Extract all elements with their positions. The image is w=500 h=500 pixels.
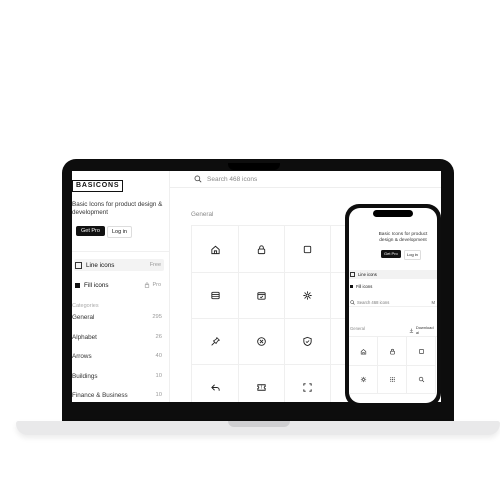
laptop-camera-notch [228,163,280,170]
icon-cell[interactable] [284,318,331,365]
phone: Basic Icons for product design & develop… [345,204,441,407]
pro-badge: Pro [144,282,161,288]
search-icon [194,175,202,183]
lock-icon [145,282,150,288]
home-icon [360,348,366,354]
download-icon [409,328,414,333]
tagline: Basic Icons for product design & develop… [72,201,163,216]
square-icon [418,348,424,354]
icon-cell[interactable] [192,318,239,365]
get-pro-button[interactable]: Get Pro [76,226,105,236]
calendar-check-icon [256,291,266,300]
category-count: 40 [155,353,162,360]
categories-title: Categories [72,303,99,309]
phone-icon-cell[interactable] [349,337,378,366]
icon-cell[interactable] [238,364,285,402]
phone-dynamic-island [373,210,413,217]
grid-icon [389,376,395,382]
settings-icon [360,376,366,382]
divider [72,251,169,252]
square-icon [303,245,311,253]
nav-fill-label: Fill icons [84,281,109,289]
icon-cell[interactable] [238,272,285,319]
log-in-button[interactable]: Log in [107,226,132,238]
phone-download-button[interactable]: Download al [409,325,437,335]
fill-square-icon [350,285,353,288]
category-count: 26 [155,333,162,340]
phone-nav-fill-label: Fill icons [356,284,373,289]
nav-line-label: Line icons [86,261,115,269]
free-badge: Free [149,262,161,268]
nav-line-icons[interactable]: Line icons Free [74,259,164,271]
phone-nav-line-icons[interactable]: Line icons [349,270,437,279]
icon-cell[interactable] [238,226,285,273]
category-count: 10 [155,392,162,399]
category-item[interactable]: Buildings 10 [72,373,162,380]
phone-screen: Basic Icons for product design & develop… [349,208,437,403]
icon-cell[interactable] [238,318,285,365]
home-icon [210,245,220,254]
section-title: General [191,211,214,218]
category-count: 10 [155,372,162,379]
phone-icon-cell[interactable] [407,365,436,394]
search-placeholder: Search 468 icons [207,175,258,183]
phone-tagline: Basic Icons for product design & develop… [378,232,428,243]
lock-icon [257,244,265,254]
shield-check-icon [302,336,312,346]
nav-fill-icons[interactable]: Fill icons Pro [74,279,164,291]
phone-search-input[interactable]: Search 468 icons M [349,298,437,307]
category-label: Buildings [72,372,98,380]
ticket-icon [256,383,266,391]
icon-cell[interactable] [192,272,239,319]
category-count: 295 [152,314,162,320]
category-label: Finance & Business [72,392,128,400]
line-square-icon [75,261,82,269]
icon-cell[interactable] [284,226,331,273]
laptop-base-groove [228,421,290,427]
category-item[interactable]: Finance & Business 10 [72,392,162,399]
phone-nav-fill-icons[interactable]: Fill icons [349,282,437,291]
search-input[interactable]: Search 468 icons [194,175,257,183]
phone-icon-grid [349,336,437,394]
phone-download-label: Download al [415,325,434,335]
phone-icon-cell[interactable] [349,365,378,394]
phone-section-title: General [350,326,365,331]
icon-cell[interactable] [192,364,239,402]
phone-get-pro-button[interactable]: Get Pro [381,250,401,258]
icon-cell[interactable] [284,272,331,319]
icon-cell[interactable] [192,226,239,273]
search-icon [350,299,355,305]
search-icon [418,376,424,382]
close-circle-icon [256,336,266,346]
category-item[interactable]: General 295 [72,314,162,321]
lock-icon [389,348,395,354]
expand-icon [302,382,312,392]
logo[interactable]: BASICONS [72,180,124,192]
phone-log-in-button[interactable]: Log in [404,250,421,260]
pin-icon [210,336,220,346]
category-label: Alphabet [72,333,97,341]
category-item[interactable]: Arrows 40 [72,353,162,360]
phone-icon-cell[interactable] [378,365,407,394]
settings-icon [302,290,312,300]
fill-square-icon [75,282,80,288]
pro-badge-label: Pro [152,282,161,288]
line-square-icon [350,272,355,277]
category-label: Arrows [72,353,92,361]
phone-search-placeholder: Search 468 icons [357,299,390,305]
sidebar: BASICONS Basic Icons for product design … [72,171,170,402]
phone-search-right: M [431,299,436,305]
category-item[interactable]: Alphabet 26 [72,334,162,341]
category-label: General [72,314,95,321]
phone-nav-line-label: Line icons [358,272,377,277]
icon-cell[interactable] [284,364,331,402]
phone-icon-cell[interactable] [407,337,436,366]
credit-card-icon [210,291,220,299]
reply-icon [210,383,220,391]
phone-icon-cell[interactable] [378,337,407,366]
